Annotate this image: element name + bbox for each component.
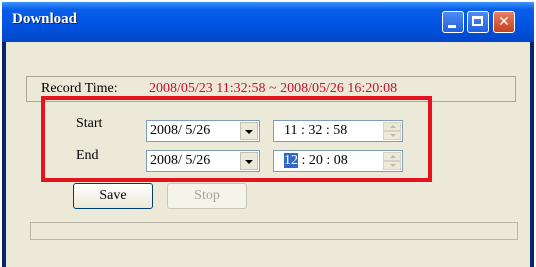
- stop-button[interactable]: Stop: [167, 183, 247, 209]
- save-button[interactable]: Save: [73, 183, 153, 209]
- window-title: Download: [12, 11, 78, 27]
- minimize-button[interactable]: [442, 11, 464, 33]
- close-button[interactable]: ✕: [493, 11, 515, 33]
- maximize-button[interactable]: [467, 11, 489, 33]
- close-icon: ✕: [498, 14, 510, 30]
- record-time-label: Record Time:: [41, 81, 118, 96]
- window-edge-mark: [2, 232, 5, 242]
- highlight-box: [41, 96, 432, 182]
- window-edge-mark: [2, 60, 5, 68]
- record-time-value: 2008/05/23 11:32:58 ~ 2008/05/26 16:20:0…: [149, 81, 398, 96]
- title-bar[interactable]: Download ✕: [2, 2, 534, 42]
- maximize-icon: [472, 16, 483, 26]
- minimize-icon: [448, 25, 456, 28]
- download-progress-bar: [30, 222, 518, 240]
